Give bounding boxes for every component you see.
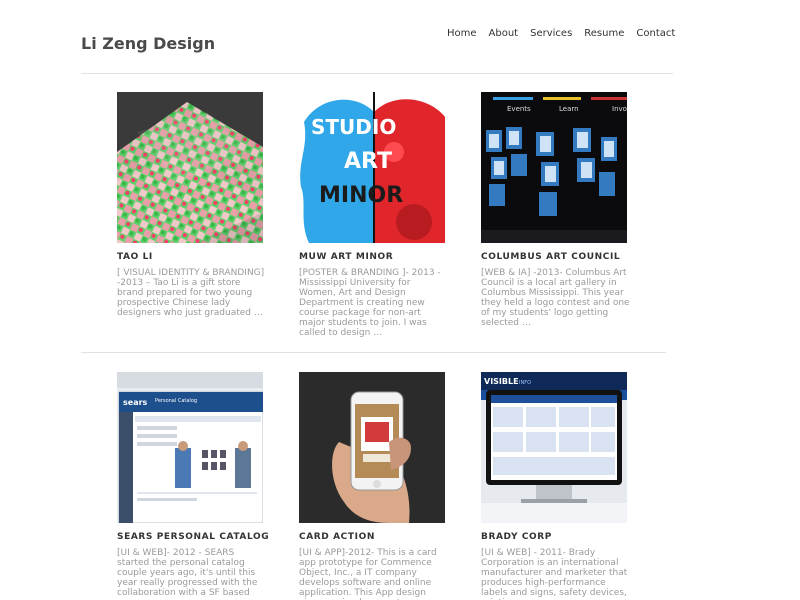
sears-logo-text: sears: [123, 398, 148, 407]
card-description: [UI & WEB]- 2012 - SEARS started the per…: [117, 548, 258, 598]
cac-tab-events: Events: [507, 105, 531, 113]
card-app-image: [299, 372, 445, 523]
card-title[interactable]: CARD ACTION: [299, 532, 375, 542]
nav-home[interactable]: Home: [447, 27, 477, 41]
card-description: [UI & APP]-2012- This is a card app prot…: [299, 548, 437, 600]
sears-ui-image: sears Personal Catalog: [117, 372, 263, 523]
header-divider: [81, 73, 673, 74]
card-title[interactable]: COLUMBUS ART COUNCIL: [481, 252, 620, 262]
brady-web-image: VISIBLE INFO: [481, 372, 627, 523]
card-title[interactable]: SEARS PERSONAL CATALOG: [117, 532, 269, 542]
card-description: [POSTER & BRANDING ]- 2013 - Mississippi…: [299, 268, 441, 338]
cac-tab-involve: Invo: [612, 105, 627, 113]
main-nav: Home About Services Resume Contact: [447, 27, 675, 41]
poster-word-studio: STUDIO: [311, 115, 396, 139]
card-title[interactable]: MUW ART MINOR: [299, 252, 393, 262]
card-title[interactable]: TAO LI: [117, 252, 153, 262]
columbus-art-council-thumbnail[interactable]: Events Learn Invo: [481, 92, 627, 243]
nav-resume[interactable]: Resume: [584, 27, 624, 41]
nav-contact[interactable]: Contact: [636, 27, 675, 41]
nav-services[interactable]: Services: [530, 27, 572, 41]
card-description: [WEB & IA] -2013- Columbus Art Council i…: [481, 268, 630, 328]
sears-personal-catalog-thumbnail[interactable]: sears Personal Catalog: [117, 372, 263, 523]
page: Li Zeng Design Home About Services Resum…: [0, 0, 800, 600]
poster-word-art: ART: [344, 149, 392, 174]
brady-corp-thumbnail[interactable]: VISIBLE INFO: [481, 372, 627, 523]
nav-about[interactable]: About: [489, 27, 519, 41]
card-action-thumbnail[interactable]: [299, 372, 445, 523]
brady-sub-text: INFO: [519, 380, 531, 386]
row-divider: [81, 352, 666, 353]
tao-li-thumbnail[interactable]: [117, 92, 263, 243]
card-description: [ VISUAL IDENTITY & BRANDING] -2013 – Ta…: [117, 268, 265, 318]
tao-li-image: [117, 92, 263, 243]
brady-brand-text: VISIBLE: [484, 377, 519, 386]
site-title[interactable]: Li Zeng Design: [81, 33, 215, 55]
muw-art-minor-thumbnail[interactable]: STUDIO ART MINOR: [299, 92, 445, 243]
cac-tab-learn: Learn: [559, 105, 579, 113]
card-title[interactable]: BRADY CORP: [481, 532, 552, 542]
muw-poster-image: STUDIO ART MINOR: [299, 92, 445, 243]
card-description: [UI & WEB] - 2011- Brady Corporation is …: [481, 548, 628, 600]
sears-header-text: Personal Catalog: [155, 398, 197, 404]
poster-word-minor: MINOR: [319, 183, 403, 208]
cac-ia-image: Events Learn Invo: [481, 92, 627, 243]
